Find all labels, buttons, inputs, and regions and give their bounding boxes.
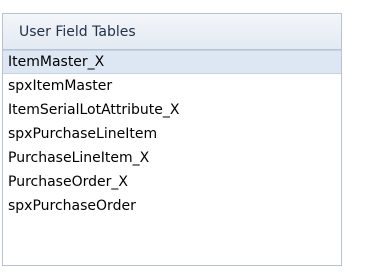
list-item-itemmaster-x[interactable]: ItemMaster_X (3, 50, 341, 74)
list-item-label: ItemMaster_X (8, 54, 105, 70)
user-field-tables-panel: User Field Tables ItemMaster_X spxItemMa… (2, 13, 342, 266)
table-list: ItemMaster_X spxItemMaster ItemSerialLot… (3, 50, 341, 218)
list-item-label: PurchaseLineItem_X (8, 150, 150, 166)
list-item-label: ItemSerialLotAttribute_X (8, 102, 180, 118)
list-item-purchaseorder-x[interactable]: PurchaseOrder_X (3, 170, 341, 194)
list-item-purchaselineitem-x[interactable]: PurchaseLineItem_X (3, 146, 341, 170)
list-item-label: spxPurchaseLineItem (8, 126, 158, 142)
list-item-label: PurchaseOrder_X (8, 174, 128, 190)
list-item-itemseriallotattribute-x[interactable]: ItemSerialLotAttribute_X (3, 98, 341, 122)
list-item-label: spxItemMaster (8, 78, 113, 94)
user-field-tables-header[interactable]: User Field Tables (3, 14, 341, 50)
list-item-spxpurchaselineitem[interactable]: spxPurchaseLineItem (3, 122, 341, 146)
list-item-spxpurchaseorder[interactable]: spxPurchaseOrder (3, 194, 341, 218)
header-label: User Field Tables (19, 23, 136, 40)
list-item-label: spxPurchaseOrder (8, 198, 136, 214)
list-item-spxitemmaster[interactable]: spxItemMaster (3, 74, 341, 98)
